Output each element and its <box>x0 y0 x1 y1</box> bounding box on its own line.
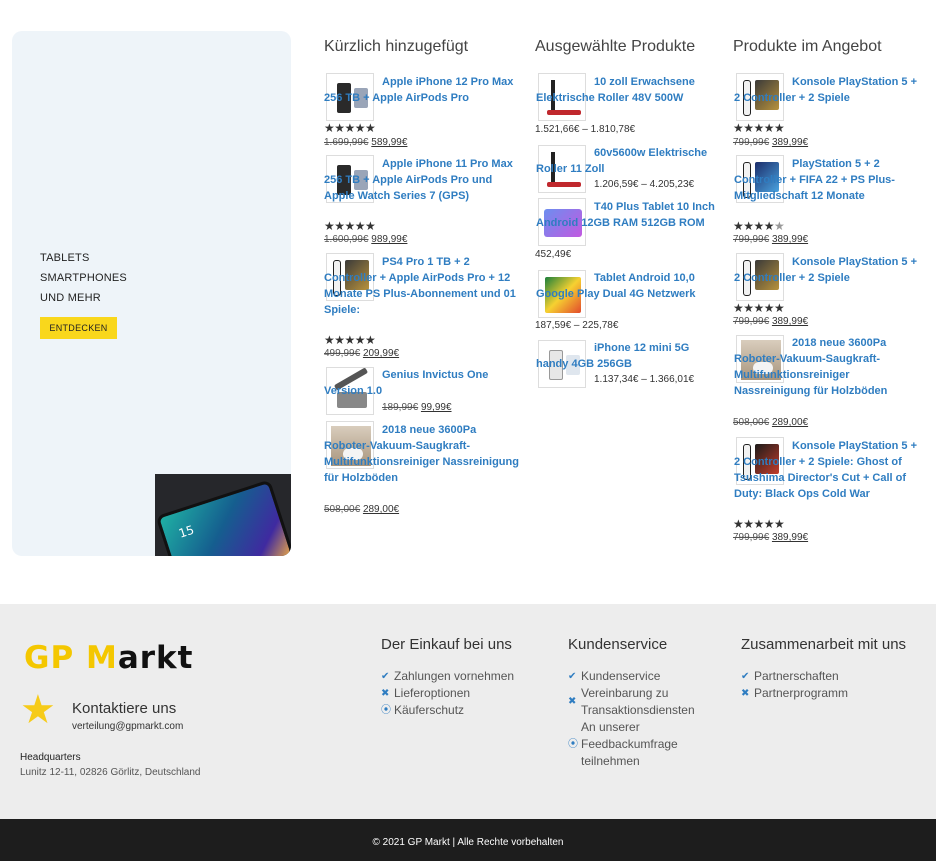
rating-stars: ★★★★★ <box>324 219 376 233</box>
rating-stars: ★★★★★ <box>324 333 376 347</box>
footer-link[interactable]: ✖ Vereinbarung zu Transaktionsdiensten <box>568 685 708 719</box>
product-price: 189,99€ 99,99€ <box>382 402 452 413</box>
footer-link[interactable]: ⦿ Käuferschutz <box>381 702 531 719</box>
footer-link[interactable]: ✖ Partnerprogramm <box>741 685 926 702</box>
footer-link[interactable]: ✖ Lieferoptionen <box>381 685 531 702</box>
product-link[interactable]: PlayStation 5 + 2 Controller + FIFA 22 +… <box>734 156 920 204</box>
contact-heading: Kontaktiere uns <box>72 700 177 717</box>
product-price: 799,99€ 389,99€ <box>733 316 809 327</box>
footer-link[interactable]: ✔ Kundenservice <box>568 668 718 685</box>
product-price-range: 1.137,34€ – 1.366,01€ <box>594 374 695 385</box>
footer-col-partner: Zusammenarbeit mit uns ✔ Partnerschaften … <box>741 636 926 702</box>
rating-stars: ★★★★★ <box>733 301 785 315</box>
footer-col-service: Kundenservice ✔ Kundenservice ✖ Vereinbaru… <box>568 636 718 770</box>
product-price: 499,99€ 209,99€ <box>324 348 400 359</box>
cross-icon: ✖ <box>741 688 750 699</box>
smartphone-image: 15 <box>155 474 291 556</box>
product-link[interactable]: Apple iPhone 12 Pro Max 256 TB + Apple A… <box>324 74 522 106</box>
product-link[interactable]: Konsole PlayStation 5 + 2 Controller + 2… <box>734 74 920 106</box>
phone-clock: 15 <box>176 522 196 541</box>
product-link[interactable]: 10 zoll Erwachsene Elektrische Roller 48… <box>536 74 718 106</box>
discover-button[interactable]: ENTDECKEN <box>40 317 117 339</box>
product-link[interactable]: T40 Plus Tablet 10 Inch Android 12GB RAM… <box>536 199 718 231</box>
site-footer: GP Markt ★ Kontaktiere uns verteilung@gp… <box>0 604 936 819</box>
rating-stars: ★★★★★ <box>733 517 785 531</box>
footer-col-heading: Kundenservice <box>568 636 668 653</box>
contact-email[interactable]: verteilung@gpmarkt.com <box>72 721 183 732</box>
footer-link-text[interactable]: An unserer <box>568 719 718 736</box>
cross-icon: ✖ <box>568 696 577 707</box>
product-price: 508,00€ 289,00€ <box>733 417 809 428</box>
target-icon: ⦿ <box>381 705 391 716</box>
product-link[interactable]: Konsole PlayStation 5 + 2 Controller + 2… <box>734 254 920 286</box>
on-sale-heading: Produkte im Angebot <box>733 38 882 55</box>
promo-line-more: UND MEHR <box>40 292 101 304</box>
product-price: 1.699,99€ 589,99€ <box>324 137 408 148</box>
featured-column: Ausgewählte Produkte <box>535 37 725 73</box>
product-price-range: 1.206,59€ – 4.205,23€ <box>594 179 695 190</box>
footer-col-heading: Zusammenarbeit mit uns <box>741 636 907 653</box>
featured-heading: Ausgewählte Produkte <box>535 38 696 55</box>
product-price: 799,99€ 389,99€ <box>733 234 809 245</box>
promo-line-smartphones: SMARTPHONES <box>40 272 127 284</box>
check-icon: ✔ <box>568 671 577 682</box>
product-link[interactable]: iPhone 12 mini 5G handy 4GB 256GB <box>536 340 718 372</box>
product-link[interactable]: 2018 neue 3600Pa Roboter-Vakuum-Saugkraf… <box>734 335 920 399</box>
product-link[interactable]: Konsole PlayStation 5 + 2 Controller + 2… <box>734 438 920 502</box>
footer-link[interactable]: ✔ Zahlungen vornehmen <box>381 668 531 685</box>
copyright-bar: © 2021 GP Markt | Alle Rechte vorbehalte… <box>0 819 936 861</box>
hq-heading: Headquarters <box>20 752 81 763</box>
product-link[interactable]: Apple iPhone 11 Pro Max 256 TB + Apple A… <box>324 156 522 204</box>
hq-address: Lunitz 12-11, 02826 Görlitz, Deutschland <box>20 767 201 778</box>
footer-link[interactable]: ⦿ Feedbackumfrage teilnehmen <box>568 736 708 770</box>
footer-col-heading: Der Einkauf bei uns <box>381 636 512 653</box>
rating-stars: ★★★★★ <box>324 121 376 135</box>
product-link[interactable]: Tablet Android 10,0 Google Play Dual 4G … <box>536 270 718 302</box>
rating-stars: ★★★★★ <box>733 219 785 233</box>
product-price-range: 452,49€ <box>535 249 572 260</box>
footer-col-shopping: Der Einkauf bei uns ✔ Zahlungen vornehmen… <box>381 636 531 719</box>
product-price: 799,99€ 389,99€ <box>733 137 809 148</box>
product-price-range: 1.521,66€ – 1.810,78€ <box>535 124 636 135</box>
check-icon: ✔ <box>381 671 390 682</box>
product-price: 1.600,99€ 989,99€ <box>324 234 408 245</box>
product-price-range: 187,59€ – 225,78€ <box>535 320 619 331</box>
product-price: 508,00€ 289,00€ <box>324 504 400 515</box>
rating-stars: ★★★★★ <box>733 121 785 135</box>
product-link[interactable]: 2018 neue 3600Pa Roboter-Vakuum-Saugkraf… <box>324 422 522 486</box>
check-icon: ✔ <box>741 671 750 682</box>
recently-added-column: Kürzlich hinzugefügt <box>324 37 520 73</box>
cross-icon: ✖ <box>381 688 390 699</box>
product-link[interactable]: PS4 Pro 1 TB + 2 Controller + Apple AirP… <box>324 254 522 318</box>
promo-banner: TABLETS SMARTPHONES UND MEHR ENTDECKEN 1… <box>12 31 291 556</box>
footer-link[interactable]: ✔ Partnerschaften <box>741 668 926 685</box>
on-sale-column: Produkte im Angebot <box>733 37 929 73</box>
gp-markt-logo[interactable]: GP Markt <box>24 640 193 676</box>
copyright-text: © 2021 GP Markt | Alle Rechte vorbehalte… <box>372 837 564 848</box>
product-link[interactable]: Genius Invictus One Version 1.0 <box>324 367 522 399</box>
product-link[interactable]: 60v5600w Elektrische Roller 11 Zoll <box>536 145 718 177</box>
product-price: 799,99€ 389,99€ <box>733 532 809 543</box>
promo-line-tablets: TABLETS <box>40 252 90 264</box>
target-icon: ⦿ <box>568 739 578 750</box>
star-icon: ★ <box>20 688 56 732</box>
recently-added-heading: Kürzlich hinzugefügt <box>324 38 469 55</box>
